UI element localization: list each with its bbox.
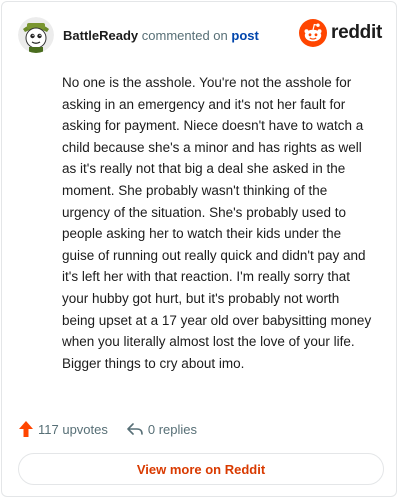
upvote-button[interactable]: 117 upvotes — [18, 420, 108, 438]
upvote-arrow-icon — [19, 421, 33, 437]
user-avatar[interactable] — [18, 17, 54, 53]
comment-header: BattleReady commented on post — [18, 16, 259, 54]
reply-button[interactable]: 0 replies — [126, 421, 197, 437]
reply-count: 0 replies — [147, 421, 198, 437]
comment-body: No one is the asshole. You're not the as… — [62, 75, 372, 371]
comment-card: BattleReady commented on post reddit No … — [1, 1, 397, 497]
comment-footer: 117 upvotes 0 replies — [18, 418, 197, 440]
byline-action: commented on — [141, 27, 228, 43]
author-name[interactable]: BattleReady — [63, 28, 138, 43]
view-more-button[interactable]: View more on Reddit — [18, 453, 384, 485]
comment-byline: BattleReady commented on post — [63, 28, 259, 43]
reddit-snoo-icon — [299, 19, 328, 47]
reddit-wordmark: reddit — [331, 22, 382, 43]
post-link[interactable]: post — [231, 28, 258, 43]
reddit-brand[interactable]: reddit — [299, 19, 382, 47]
upvote-count: 117 upvotes — [38, 421, 108, 437]
reply-arrow-icon — [127, 423, 143, 435]
